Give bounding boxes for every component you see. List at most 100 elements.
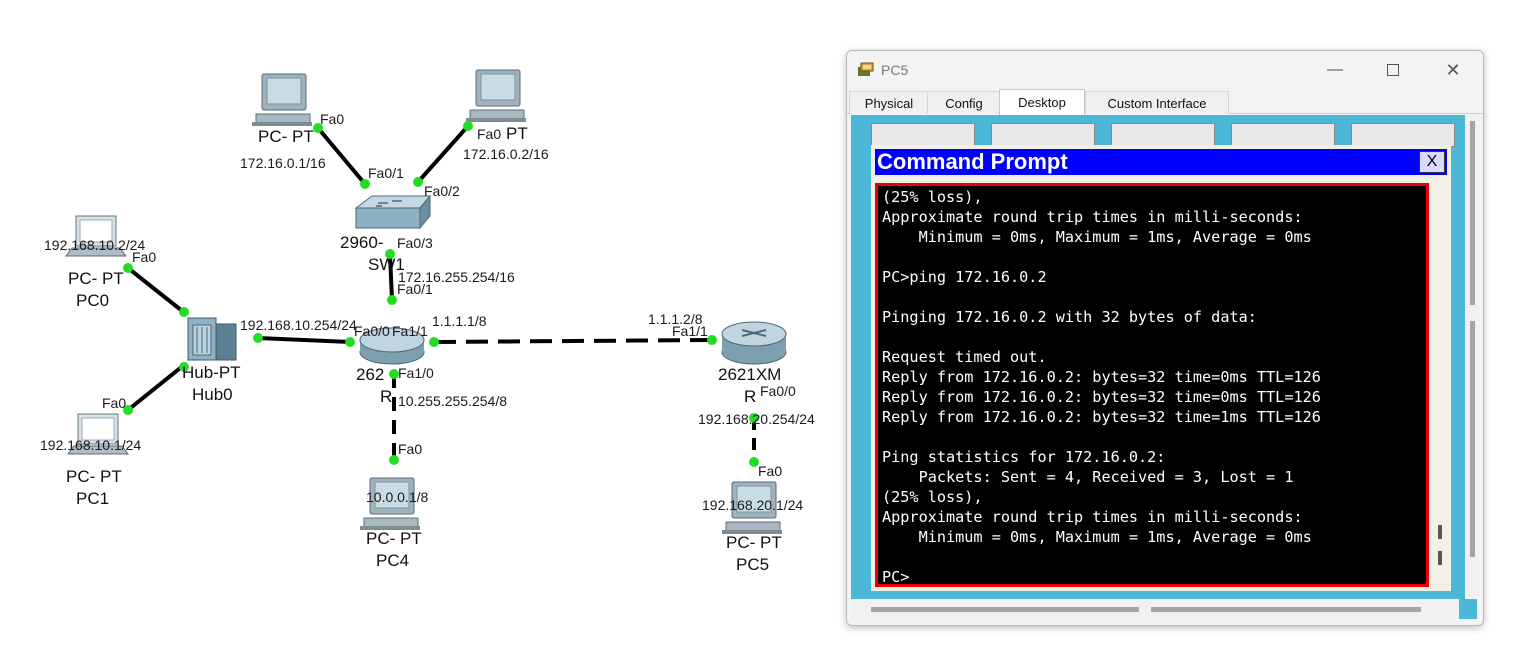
desktop-vertical-scrollbar[interactable] [1465,115,1479,599]
terminal-line: Approximate round trip times in milli-se… [882,208,1303,226]
pc2-ip-label: 172.16.0.1/16 [240,155,326,171]
pc2-port-label: Fa0 [320,111,344,127]
pc4-name-label: PC4 [376,551,409,570]
scroll-thumb[interactable] [1470,321,1475,557]
sw1-fa01-port-label: Fa0/1 [368,165,404,181]
tab-config[interactable]: Config [927,91,1001,114]
pc5-port-label: Fa0 [758,463,782,479]
terminal-line: Ping statistics for 172.16.0.2: [882,448,1166,466]
command-prompt-panel: Command Prompt X (25% loss), Approximate… [871,145,1451,591]
pc2-type-label: PC- PT [258,127,314,146]
window-title: PC5 [881,62,909,78]
terminal-line: Request timed out. [882,348,1047,366]
pc4-type-label: PC- PT [366,529,422,548]
pc1-name-label: PC1 [76,489,109,508]
pc1-port-label: Fa0 [102,395,126,411]
tab-bar: Physical Config Desktop Custom Interface [847,89,1483,115]
pc5-type-label: PC- PT [726,533,782,552]
sw1-icon[interactable] [354,194,432,230]
link-pc1-hub0[interactable] [126,363,186,412]
desktop-app-icon[interactable] [1111,123,1215,147]
links [126,124,756,462]
pc3-port-label: Fa0 [477,126,501,142]
pc0-port-label: Fa0 [132,249,156,265]
scroll-thumb[interactable] [871,607,1139,612]
r1-fa10-port-label: Fa1/0 [398,365,434,381]
terminal-scrollbar[interactable] [1431,183,1447,587]
pc4-port-label: Fa0 [398,441,422,457]
window-titlebar[interactable]: PC5 — ✕ [847,51,1483,89]
terminal-line: (25% loss), [882,488,983,506]
command-prompt-header: Command Prompt X [875,149,1447,175]
scroll-corner [1459,599,1477,619]
scroll-thumb[interactable] [1438,525,1442,539]
scroll-thumb[interactable] [1470,121,1475,305]
r2-name-label: R [744,387,756,406]
pc3-ip-label: 172.16.0.2/16 [463,146,549,162]
terminal-output[interactable]: (25% loss), Approximate round trip times… [875,183,1429,587]
link-status-dots [123,121,759,467]
terminal-line: Reply from 172.16.0.2: bytes=32 time=1ms… [882,408,1321,426]
packet-tracer-icon [858,62,874,76]
terminal-line: Reply from 172.16.0.2: bytes=32 time=0ms… [882,388,1321,406]
r1-fa11-port-label: Fa1/1 [392,323,428,339]
terminal-line: Packets: Sent = 4, Received = 3, Lost = … [882,468,1294,486]
r1-fa01-port-label: Fa0/1 [397,281,433,297]
desktop-app-icon[interactable] [991,123,1095,147]
close-icon: ✕ [1445,59,1461,80]
tab-physical[interactable]: Physical [849,91,929,114]
desktop-horizontal-scrollbar[interactable] [851,599,1465,619]
r1-fa00-ip-label: 192.168.10.254/24 [240,317,357,333]
terminal-text: (25% loss), Approximate round trip times… [878,186,1426,586]
pc3-icon[interactable] [465,69,527,123]
scroll-thumb[interactable] [1438,551,1442,565]
pc1-type-label: PC- PT [66,467,122,486]
network-topology: 192.168.10.2/24 Fa0 PC- PT PC0 Fa0 192.1… [40,69,815,574]
terminal-line: (25% loss), [882,188,983,206]
pc0-ip-label: 192.168.10.2/24 [44,237,145,253]
r2-fa00-port-label: Fa0/0 [760,383,796,399]
sw1-fa02-port-label: Fa0/2 [424,183,460,199]
desktop-app-icon[interactable] [1231,123,1335,147]
scroll-thumb[interactable] [1151,607,1421,612]
terminal-line: Minimum = 0ms, Maximum = 1ms, Average = … [882,228,1312,246]
pc5-ip-label: 192.168.20.1/24 [702,497,803,513]
hub0-type-label: Hub-PT [182,363,241,382]
maximize-button[interactable] [1371,55,1415,85]
r1-model-label: 262 [356,365,384,384]
sw1-type-label: 2960- [340,233,383,252]
command-prompt-title: Command Prompt [877,149,1068,174]
minimize-icon: — [1327,61,1343,78]
pc4-ip-label: 10.0.0.1/8 [366,489,428,505]
minimize-button[interactable]: — [1313,55,1357,85]
hub0-icon[interactable] [187,317,237,361]
pc5-window: PC5 — ✕ Physical Config Desktop Custom I… [846,50,1484,626]
r1-fa11-ip-label: 1.1.1.1/8 [432,313,487,329]
terminal-line: Minimum = 0ms, Maximum = 1ms, Average = … [882,528,1312,546]
r2-model-label: 2621XM [718,365,781,384]
command-prompt-close-button[interactable]: X [1419,151,1445,173]
desktop-app-icon[interactable] [871,123,975,147]
pc3-type-label: PT [506,124,528,143]
r2-icon[interactable] [721,321,787,365]
terminal-line: PC>ping 172.16.0.2 [882,268,1047,286]
link-pc3-sw1[interactable] [416,124,470,184]
desktop-app-icon[interactable] [1351,123,1455,147]
pc0-type-label: PC- PT [68,269,124,288]
close-button[interactable]: ✕ [1431,55,1475,85]
link-r1-r2[interactable] [433,338,713,344]
tab-desktop[interactable]: Desktop [999,89,1085,115]
link-hub0-r1[interactable] [257,336,351,344]
tab-custom-interface[interactable]: Custom Interface [1085,91,1229,114]
pc0-name-label: PC0 [76,291,109,310]
r1-name-label: R [380,387,392,406]
r1-fa00-port-label: Fa0/0 [354,323,390,339]
terminal-line: PC> [882,568,910,586]
terminal-line: Pinging 172.16.0.2 with 32 bytes of data… [882,308,1257,326]
pc2-icon[interactable] [251,73,313,127]
pc1-ip-label: 192.168.10.1/24 [40,437,141,453]
terminal-line: Reply from 172.16.0.2: bytes=32 time=0ms… [882,368,1321,386]
r2-fa11-port-label: Fa1/1 [672,323,708,339]
link-pc0-hub0[interactable] [126,266,188,316]
r1-fa10-ip-label: 10.255.255.254/8 [398,393,507,409]
